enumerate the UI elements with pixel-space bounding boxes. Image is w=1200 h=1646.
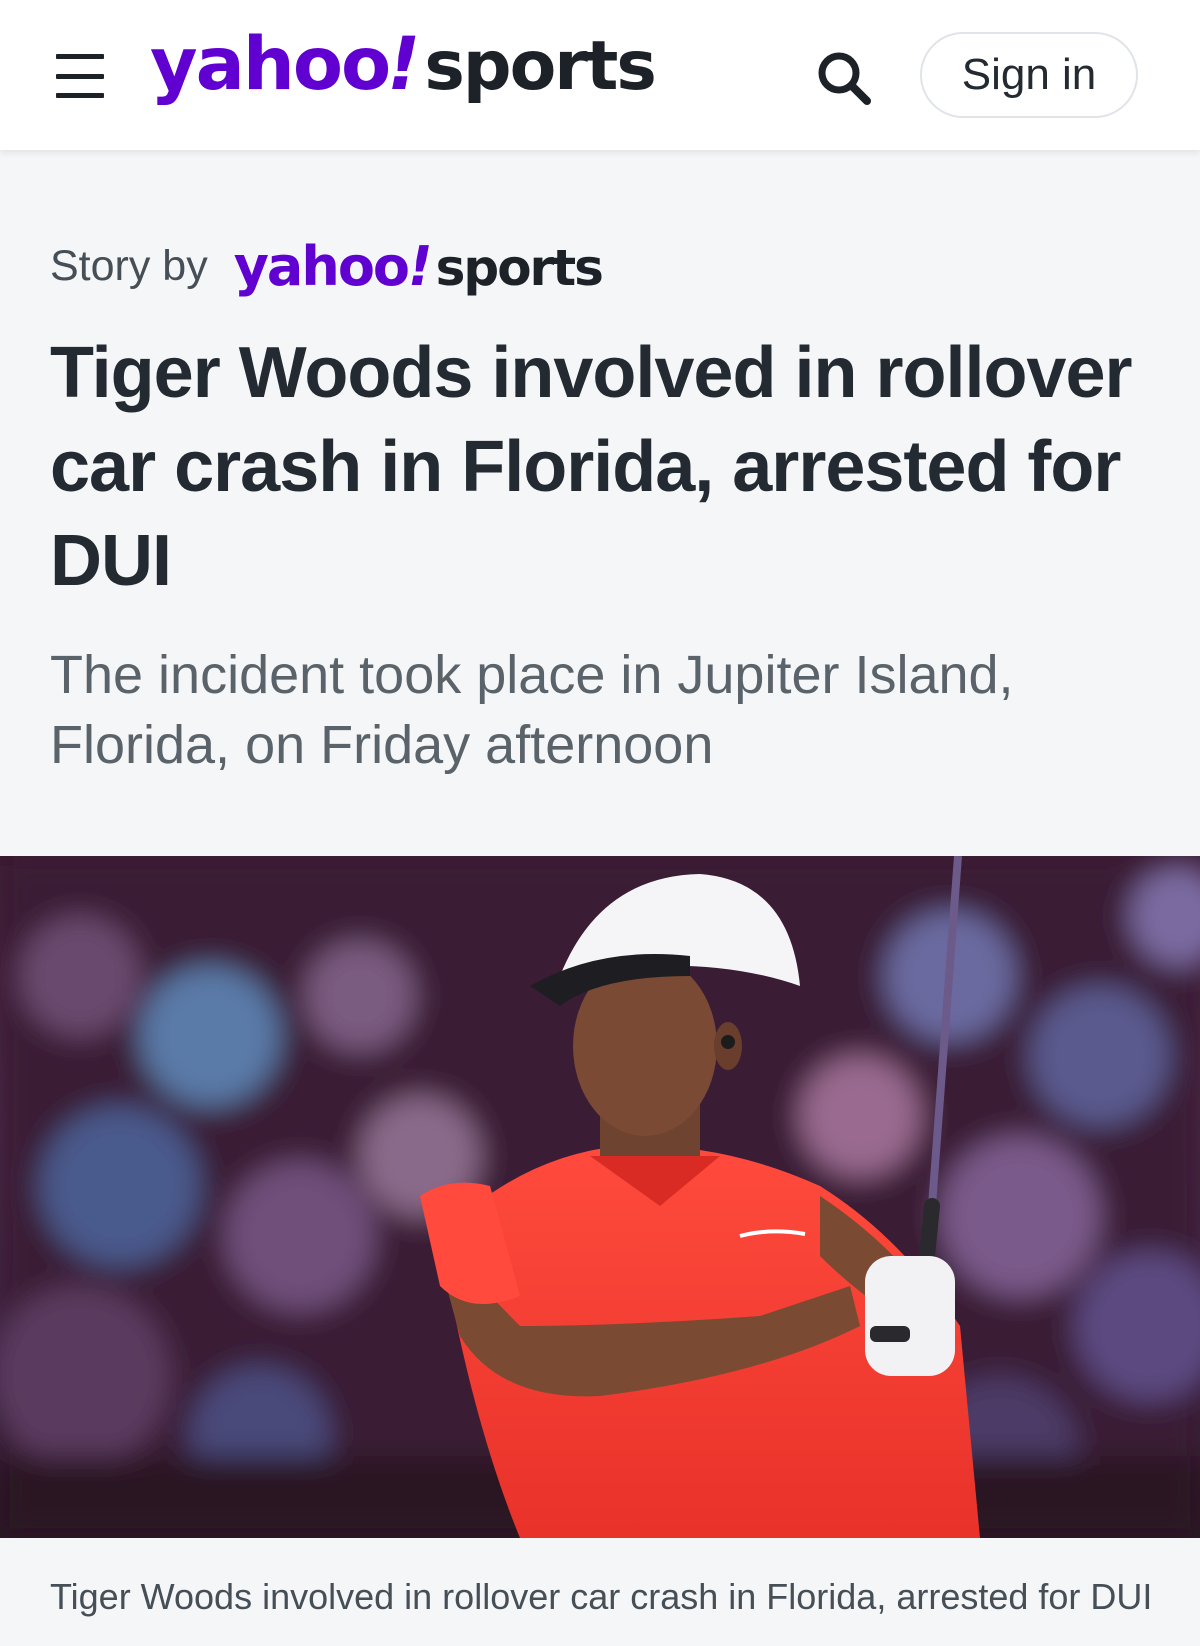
- menu-bar-line: [56, 73, 104, 79]
- hero-image-caption: Tiger Woods involved in rollover car cra…: [50, 1576, 1153, 1617]
- article-subheadline: The incident took place in Jupiter Islan…: [50, 645, 1014, 775]
- byline-logo-sports-text: sports: [435, 238, 604, 297]
- menu-bar-line: [56, 93, 104, 98]
- byline-prefix: Story by: [50, 241, 208, 290]
- logo-bang-text: !: [387, 22, 421, 107]
- hero-image[interactable]: [0, 856, 1200, 1538]
- top-nav-bar: yahoo! sports Sign in: [0, 0, 1200, 150]
- logo-sports-text: sports: [424, 27, 656, 106]
- logo-yahoo-text: yahoo: [150, 22, 391, 107]
- byline-logo-yahoo-text: yahoo: [233, 234, 410, 298]
- menu-bar-line: [56, 54, 104, 59]
- golfer-photo-illustration: [0, 856, 1200, 1538]
- byline: Story by yahoo! sports: [50, 226, 604, 306]
- search-icon[interactable]: [812, 46, 876, 110]
- yahoo-sports-logo[interactable]: yahoo! sports: [150, 22, 657, 122]
- byline-provider-logo[interactable]: yahoo! sports: [233, 234, 604, 298]
- article-headline: Tiger Woods involved in rollover car cra…: [50, 333, 1133, 601]
- article-header: Story by yahoo! sports Tiger Woods involv…: [0, 150, 1200, 856]
- byline-logo-bang-text: !: [408, 234, 433, 298]
- hamburger-menu-icon[interactable]: [56, 54, 106, 98]
- sign-in-button[interactable]: Sign in: [920, 32, 1138, 118]
